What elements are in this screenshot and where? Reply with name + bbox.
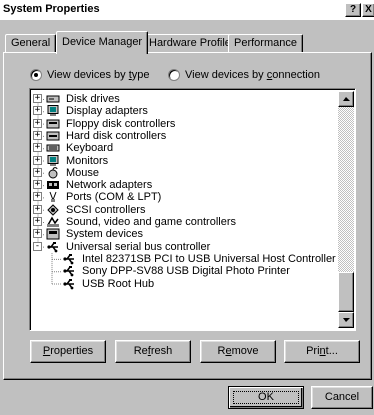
tree-item-label: Network adapters [66, 179, 153, 192]
tree-category-row[interactable]: + Display adapters [30, 105, 335, 117]
vertical-scrollbar[interactable] [338, 91, 354, 328]
floppy-controller-icon [46, 118, 60, 129]
remove-button[interactable]: Remove [200, 340, 276, 363]
disk-drive-icon [46, 93, 60, 104]
scrollbar-thumb[interactable] [338, 272, 354, 312]
scroll-up-button[interactable] [338, 91, 354, 107]
tree-category-row[interactable]: + Disk drives [30, 93, 335, 105]
monitor-icon [46, 105, 60, 117]
expand-icon[interactable]: + [33, 106, 42, 116]
system-device-icon [46, 228, 60, 240]
tab-strip: General Device Manager Hardware Profiles… [0, 30, 374, 54]
tree-device-row[interactable]: USB Root Hub [30, 278, 335, 290]
window-title: System Properties [3, 3, 100, 15]
tree-category-row[interactable]: + Keyboard [30, 142, 335, 154]
view-by-connection-radio[interactable] [168, 69, 180, 81]
tree-item-label: Keyboard [66, 142, 114, 155]
port-icon [46, 191, 60, 203]
scroll-up-arrow-icon [343, 97, 350, 101]
tree-item-label: Sony DPP-SV88 USB Digital Photo Printer [82, 265, 290, 278]
tree-category-row[interactable]: + Hard disk controllers [30, 130, 335, 142]
usb-icon [62, 265, 76, 277]
tree-item-label: Ports (COM & LPT) [66, 191, 162, 204]
usb-icon [62, 253, 76, 265]
tree-category-row[interactable]: + Network adapters [30, 179, 335, 191]
tree-item-label: Floppy disk controllers [66, 117, 176, 130]
scroll-down-arrow-icon [343, 318, 350, 322]
tree-category-row[interactable]: + Monitors [30, 154, 335, 167]
collapse-icon[interactable]: - [33, 241, 42, 251]
expand-icon[interactable]: + [33, 229, 42, 239]
hard-disk-controller-icon [46, 130, 60, 141]
ok-button[interactable]: OK [228, 386, 304, 409]
tree-item-label: Disk drives [66, 93, 120, 105]
view-by-connection-label: View devices by connection [185, 69, 320, 81]
refresh-button[interactable]: Refresh [115, 340, 191, 363]
title-bar[interactable]: System Properties ? X [0, 0, 374, 20]
monitor-icon [46, 154, 60, 166]
tree-item-label: Display adapters [66, 105, 148, 118]
network-adapter-icon [46, 179, 60, 190]
tab-device-manager[interactable]: Device Manager [56, 31, 149, 54]
usb-icon [62, 278, 76, 289]
expand-icon[interactable]: + [33, 192, 42, 202]
tree-item-label: Monitors [66, 154, 109, 167]
properties-button[interactable]: Properties [30, 340, 106, 363]
tree-category-row[interactable]: - Universal serial bus controller [30, 241, 335, 253]
expand-icon[interactable]: + [33, 155, 42, 165]
expand-icon[interactable]: + [33, 130, 42, 140]
device-tree[interactable]: + Disk drives + Display adapters + Floppy dis… [29, 88, 356, 331]
view-by-type-radio[interactable] [30, 69, 42, 81]
tree-item-label: USB Root Hub [82, 277, 155, 290]
view-by-connection-option[interactable]: View devices by connection [168, 68, 320, 82]
tab-performance[interactable]: Performance [228, 34, 303, 53]
expand-icon[interactable]: + [33, 180, 42, 190]
tree-category-row[interactable]: + Mouse [30, 167, 335, 179]
help-button[interactable]: ? [345, 3, 361, 17]
tree-category-row[interactable]: + Floppy disk controllers [30, 118, 335, 130]
tab-general[interactable]: General [5, 34, 57, 53]
expand-icon[interactable]: + [33, 94, 42, 103]
cancel-button[interactable]: Cancel [311, 386, 373, 409]
tree-item-label: Intel 82371SB PCI to USB Universal Host … [82, 252, 336, 265]
close-button[interactable]: X [362, 3, 374, 17]
expand-icon[interactable]: + [33, 143, 42, 153]
tree-device-row[interactable]: Intel 82371SB PCI to USB Universal Host … [30, 252, 336, 265]
tree-category-row[interactable]: + Sound, video and game controllers [30, 216, 335, 228]
expand-icon[interactable]: + [33, 217, 42, 226]
keyboard-icon [46, 142, 60, 153]
tree-item-label: Sound, video and game controllers [66, 216, 236, 228]
usb-icon [46, 241, 60, 252]
view-by-type-label: View devices by type [47, 69, 150, 81]
print-button[interactable]: Print... [284, 340, 360, 363]
view-by-type-option[interactable]: View devices by type [30, 68, 150, 82]
tree-category-row[interactable]: + Ports (COM & LPT) [30, 191, 335, 203]
expand-icon[interactable]: + [33, 118, 42, 128]
focus-ring [233, 391, 299, 404]
tree-item-label: Hard disk controllers [66, 129, 167, 142]
expand-icon[interactable]: + [33, 167, 42, 177]
tree-item-label: SCSI controllers [66, 203, 146, 216]
sound-video-icon [46, 216, 60, 227]
tree-item-label: Mouse [66, 166, 100, 179]
mouse-icon [46, 166, 60, 179]
tree-device-row[interactable]: Sony DPP-SV88 USB Digital Photo Printer [30, 265, 335, 277]
scroll-down-button[interactable] [338, 312, 354, 328]
tree-category-row[interactable]: + SCSI controllers [30, 204, 335, 216]
scsi-icon [46, 203, 60, 216]
tree-category-row[interactable]: + System devices [30, 228, 335, 240]
tree-item-label: Universal serial bus controller [66, 240, 211, 253]
expand-icon[interactable]: + [33, 204, 42, 214]
tree-item-label: System devices [66, 228, 144, 241]
system-properties-window: System Properties ? X General Device Man… [0, 0, 374, 415]
